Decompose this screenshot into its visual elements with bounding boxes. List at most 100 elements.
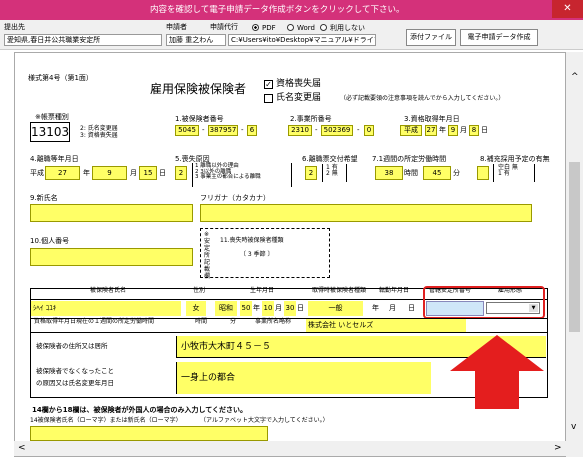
title-bar: 内容を確認して電子申請データ作成ボタンをクリックして下さい。 ✕ [0,0,583,20]
leave-year[interactable]: 27 [45,166,80,180]
pdf-label: PDF [262,24,276,32]
weekly-hours-input[interactable]: 38 [375,166,403,180]
loss-reason-input[interactable]: 2 [175,166,187,180]
insured-number-part2[interactable]: 387957 [208,125,238,136]
new-name-input[interactable] [30,204,193,222]
reason-label-line2: の原因又は氏名変更年月日 [36,379,114,387]
path-field[interactable]: C:¥Users¥ito¥Desktop¥マニュアル¥ドライブ割り当 [228,34,376,46]
leave-day[interactable]: 15 [139,166,157,180]
name-change-checkbox[interactable] [264,94,273,103]
proxy-label: 申請代行 [210,23,238,31]
birth-era-field[interactable]: 昭和 [215,301,237,316]
stable-office-label: ※安定所記載欄 [204,231,211,280]
dash: - [357,126,360,134]
scroll-right-icon[interactable]: > [554,443,562,453]
birth-year-value: 50 [241,304,251,312]
acquisition-year[interactable]: 27 [425,125,437,136]
birth-month-field[interactable]: 10 [262,301,274,316]
reason-field[interactable]: 一身上の都合 [176,362,431,394]
office-number-part2-value: 502369 [323,126,351,134]
minutes-unit: 分 [453,169,460,177]
insured-number-part1[interactable]: 5045 [175,125,199,136]
weekly-hours-at-acq-label: 資格取得年月日現在の１週間の所定労働時間 [34,318,155,325]
year-unit: 年 [439,126,446,134]
office-number-part3[interactable]: 0 [364,125,374,136]
th-sex: 性別 [193,287,206,294]
insured-kind-field[interactable]: 一般 [308,301,363,316]
loss-checkbox[interactable]: ✓ [264,80,273,89]
birth-day-field[interactable]: 30 [284,301,296,316]
address-value: 小牧市大木町４５－５ [181,342,272,352]
insured-number-part3-value: 6 [249,126,255,134]
insured-number-part1-value: 5045 [178,126,196,134]
word-radio[interactable] [287,24,294,31]
office-number-part1-value: 2310 [291,126,309,134]
vertical-scrollbar[interactable]: ^ v [566,52,583,457]
submit-to-field[interactable]: 愛知県,春日井公共職業安定所 [4,34,162,46]
month-unit: 月 [130,169,137,177]
leave-era: 平成 [30,169,44,177]
doc-type-label: ※帳票種別 [35,113,69,121]
furigana-label: フリガナ（カタカナ） [200,194,270,202]
dash: - [202,126,205,134]
furigana-input[interactable] [200,204,532,222]
create-data-label: 電子申請データ作成 [467,33,531,41]
separation-wish-value: 2 [308,169,314,177]
personal-number-label: 10.個人番号 [30,237,70,245]
separation-wish-label: 6.離職票交付希望 [302,155,358,163]
day-unit: 日 [297,304,304,312]
insured-number-part3[interactable]: 6 [247,125,257,136]
dash: - [241,126,244,134]
form-title: 雇用保険被保険者 [150,82,247,96]
create-data-button[interactable]: 電子申請データ作成 [460,29,538,46]
attach-file-button[interactable]: 添付ファイル [406,29,456,46]
person-name-field[interactable]: ｼﾍｲ ｺﾕｷ [31,301,181,316]
replacement-input[interactable] [477,166,489,180]
replacement-option-2: 1 有 [498,170,510,177]
personal-number-input[interactable] [30,248,193,266]
office-abbr-field[interactable]: 株式会社 いとセルズ [306,319,466,332]
leave-day-value: 15 [143,169,153,177]
window-title: 内容を確認して電子申請データ作成ボタンをクリックして下さい。 [150,5,405,15]
acquisition-month[interactable]: 9 [448,125,458,136]
month-unit: 月 [275,304,282,312]
office-number-part1[interactable]: 2310 [288,125,312,136]
acquisition-date-label: 3.資格取得年月日 [404,115,460,123]
leave-month[interactable]: 9 [92,166,127,180]
scroll-thumb[interactable] [569,162,580,332]
weekly-minutes-input[interactable]: 45 [423,166,451,180]
doc-type-note2: 3: 資格喪失届 [80,132,118,139]
person-name-value: ｼﾍｲ ｺﾕｷ [33,304,57,312]
horizontal-scrollbar[interactable]: < > [14,441,566,456]
close-icon[interactable]: ✕ [563,3,571,14]
birth-year-field[interactable]: 50 [240,301,252,316]
scroll-down-icon[interactable]: v [571,422,576,432]
wish-option-2: 2 無 [326,170,338,177]
loss-reason-options: 1 離職以外の理由 2 3以外の離職 3 事業主の都合による離職 [192,163,292,187]
reason-option-3: 3 事業主の都合による離職 [195,174,261,180]
none-radio[interactable] [320,24,327,31]
year-unit: 年 [83,169,90,177]
birth-era-value: 昭和 [219,304,233,312]
th-name: 被保険者氏名 [90,287,127,294]
office-number-part2[interactable]: 502369 [321,125,353,136]
insured-number-label: 1.被保険者番号 [175,115,224,123]
hours-unit: 時間 [404,169,418,177]
acquisition-day-value: 8 [471,126,477,134]
office-abbr-label: 事業所名略称 [255,318,292,325]
applicant-field[interactable]: 加藤 重之わん [166,34,226,46]
close-button[interactable]: ✕ [552,0,583,18]
acquisition-year-value: 27 [426,126,436,134]
leave-month-value: 9 [107,169,112,177]
acquisition-era[interactable]: 平成 [400,125,422,136]
attach-file-label: 添付ファイル [410,33,452,41]
person-sex-field[interactable]: 女 [186,301,206,316]
scroll-up-icon[interactable]: ^ [571,72,579,82]
acquisition-day[interactable]: 8 [469,125,479,136]
scroll-left-icon[interactable]: < [18,443,26,453]
birth-month-value: 10 [263,304,273,312]
pdf-radio[interactable] [252,24,259,31]
separation-wish-input[interactable]: 2 [305,166,317,180]
acquisition-month-value: 9 [450,126,456,134]
roman-name-input[interactable] [30,426,268,441]
